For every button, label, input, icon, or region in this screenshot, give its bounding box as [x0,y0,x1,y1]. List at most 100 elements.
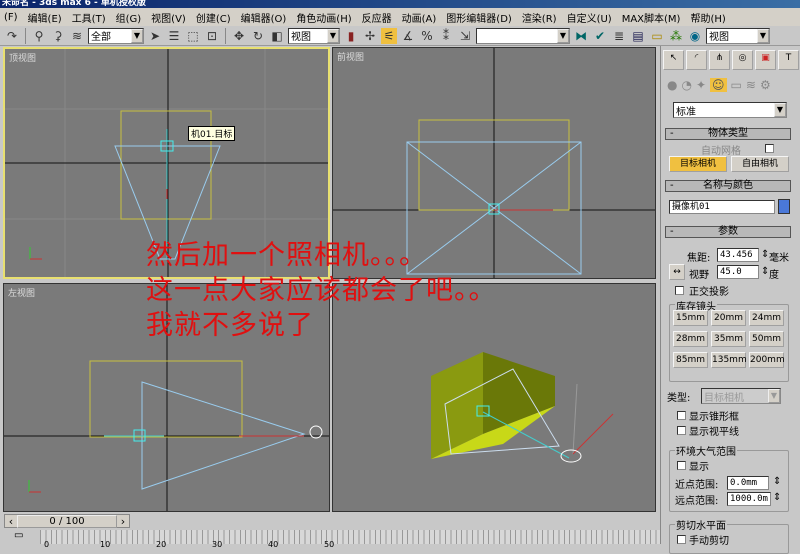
time-slider[interactable]: ‹ 0 / 100 › [4,514,130,528]
target-camera-button[interactable]: 目标相机 [669,156,727,172]
manipulate-icon[interactable]: ✢ [362,28,378,44]
far-range-input[interactable]: 1000.0m [727,492,771,506]
align-icon[interactable]: ✔ [592,28,608,44]
lens-20mm-button[interactable]: 20mm [711,310,746,326]
manual-clip-checkbox[interactable] [677,535,686,544]
menu-item[interactable]: 工具(T) [68,10,112,25]
focal-length-input[interactable]: 43.456 [717,248,759,262]
shapes-icon[interactable]: ◔ [681,78,691,92]
percent-snap-icon[interactable]: % [419,28,435,44]
schematic-view-icon[interactable]: ▭ [649,28,665,44]
window-crossing-icon[interactable]: ⊡ [204,28,220,44]
rollout-name-color[interactable]: - 名称与颜色 [665,180,791,192]
lens-15mm-button[interactable]: 15mm [673,310,708,326]
menu-item[interactable]: 编辑(E) [24,10,68,25]
next-frame-icon[interactable]: › [117,515,129,528]
focal-length-label: 焦距: [687,253,711,264]
select-by-name-icon[interactable]: ☰ [166,28,182,44]
lens-24mm-button[interactable]: 24mm [749,310,784,326]
render-type-value: 视图 [709,32,729,43]
type-dropdown[interactable]: 目标相机 ▼ [701,388,781,404]
env-show-checkbox[interactable] [677,461,686,470]
menu-item[interactable]: 自定义(U) [563,10,618,25]
render-type-select[interactable]: 视图 ▼ [706,27,770,44]
render-scene-icon[interactable]: ◉ [687,28,703,44]
key-filter-icon[interactable]: ▭ [14,530,23,541]
fov-input[interactable]: 45.0 [717,265,759,279]
pivot-icon[interactable]: ▮ [343,28,359,44]
lens-135mm-button[interactable]: 135mm [711,352,747,368]
menu-item[interactable]: 图形编辑器(D) [442,10,518,25]
menu-item[interactable]: 反应器 [358,10,398,25]
lens-28mm-button[interactable]: 28mm [673,331,708,347]
space-warps-icon[interactable]: ≋ [746,78,756,92]
menu-item[interactable]: 动画(A) [398,10,443,25]
rect-selection-icon[interactable]: ⬚ [185,28,201,44]
utilities-tab-icon[interactable]: T [778,50,799,70]
near-range-input[interactable]: 0.0mm [727,476,769,490]
scale-icon[interactable]: ◧ [269,28,285,44]
cameras-icon[interactable]: ☺ [710,78,727,92]
orthographic-checkbox[interactable] [675,286,684,295]
track-view-icon[interactable]: ▤ [630,28,646,44]
selection-filter-select[interactable]: 全部 ▼ [88,27,144,44]
move-icon[interactable]: ✥ [231,28,247,44]
geometry-icon[interactable]: ● [667,78,677,92]
object-name-input[interactable]: 摄像机01 [669,200,775,214]
far-range-spinner[interactable]: ⇕ [773,492,781,503]
redo-icon[interactable]: ↷ [4,28,20,44]
hierarchy-tab-icon[interactable]: ⋔ [709,50,730,70]
rotate-icon[interactable]: ↻ [250,28,266,44]
layer-manager-icon[interactable]: ≣ [611,28,627,44]
display-tab-icon[interactable]: ▣ [755,50,776,70]
named-selection-select[interactable]: ▼ [476,27,570,44]
lens-200mm-button[interactable]: 200mm [749,352,785,368]
menu-item[interactable]: 组(G) [112,10,148,25]
rollout-parameters[interactable]: - 参数 [665,226,791,238]
autogrid-checkbox[interactable] [765,144,774,153]
angle-snap-icon[interactable]: ∡ [400,28,416,44]
systems-icon[interactable]: ⚙ [760,78,771,92]
modify-tab-icon[interactable]: ◜ [686,50,707,70]
menu-item[interactable]: 渲染(R) [518,10,563,25]
menu-item[interactable]: (F) [0,12,24,23]
show-cone-checkbox[interactable] [677,411,686,420]
near-range-spinner[interactable]: ⇕ [773,476,781,487]
fov-direction-button[interactable]: ↔ [669,264,685,280]
create-tab-icon[interactable]: ↖ [663,50,684,70]
menu-item[interactable]: 视图(V) [147,10,192,25]
reference-coord-select[interactable]: 视图 ▼ [288,27,340,44]
lights-icon[interactable]: ✦ [696,78,706,92]
track-bar[interactable] [40,530,660,544]
object-color-swatch[interactable] [778,199,790,214]
material-editor-icon[interactable]: ⁂ [668,28,684,44]
mirror-icon[interactable]: ⧓ [573,28,589,44]
camera-type-dropdown[interactable]: 标准 ▼ [673,102,787,118]
bind-space-warp-icon[interactable]: ≋ [69,28,85,44]
lens-85mm-button[interactable]: 85mm [673,352,708,368]
lens-50mm-button[interactable]: 50mm [749,331,784,347]
helpers-icon[interactable]: ▭ [731,78,742,92]
viewport-perspective[interactable] [332,283,656,512]
lens-35mm-button[interactable]: 35mm [711,331,746,347]
rollout-object-type[interactable]: - 物体类型 [665,128,791,140]
timeline-tick-label: 30 [212,540,223,549]
free-camera-button[interactable]: 自由相机 [731,156,789,172]
unlink-icon[interactable]: ⚳ [50,28,66,44]
menu-item[interactable]: 编辑器(O) [237,10,293,25]
dropdown-value: 标准 [676,106,696,118]
menu-item[interactable]: 创建(C) [192,10,237,25]
show-horizon-checkbox[interactable] [677,426,686,435]
spinner-snap-icon[interactable]: ⁑ [438,28,454,44]
menu-item[interactable]: 角色动画(H) [292,10,357,25]
focal-unit-label: 毫米 [769,253,789,264]
snap-toggle-icon[interactable]: ⚟ [381,27,397,44]
edit-named-selection-icon[interactable]: ⇲ [457,28,473,44]
fov-label: 视野 [689,270,709,281]
select-icon[interactable]: ➤ [147,28,163,44]
menu-item[interactable]: 帮助(H) [686,10,731,25]
motion-tab-icon[interactable]: ◎ [732,50,753,70]
link-icon[interactable]: ⚲ [31,28,47,44]
menu-item[interactable]: MAX脚本(M) [618,10,687,25]
prev-frame-icon[interactable]: ‹ [5,515,17,528]
